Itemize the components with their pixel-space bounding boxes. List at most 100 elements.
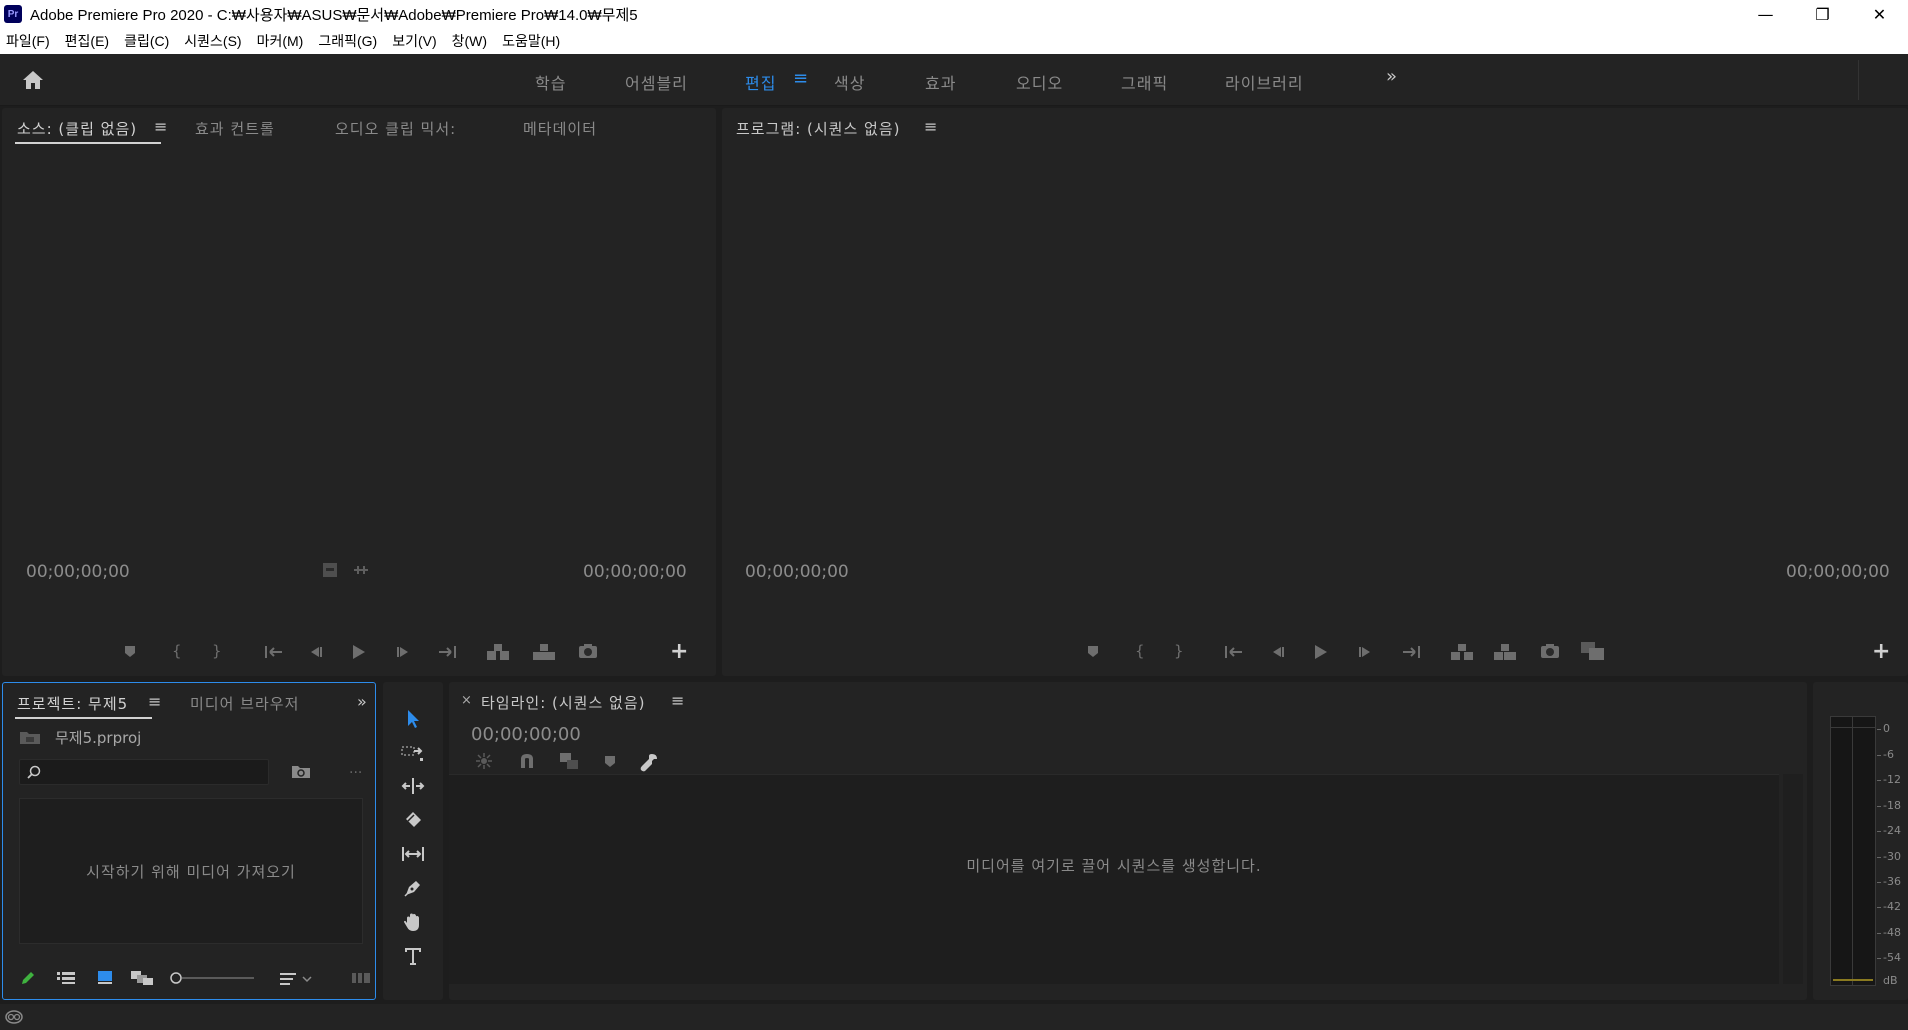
go-to-out-icon[interactable] [437, 645, 457, 659]
add-marker-icon[interactable] [1086, 644, 1100, 658]
meter-scale-18: -18 [1883, 799, 1901, 812]
type-tool-icon[interactable] [400, 943, 426, 969]
settings-icon[interactable] [352, 564, 370, 576]
timeline-close-icon[interactable]: × [461, 693, 472, 708]
tab-source[interactable]: 소스: (클립 없음) [14, 118, 162, 144]
icon-view-icon[interactable] [97, 970, 113, 984]
workspace-tab-editing[interactable]: 편집 [745, 70, 776, 94]
timeline-playhead-timecode[interactable]: 00;00;00;00 [471, 724, 581, 745]
home-icon[interactable] [20, 67, 46, 93]
timeline-settings-wrench-icon[interactable] [639, 752, 659, 772]
zoom-slider[interactable] [169, 971, 255, 985]
tab-project[interactable]: 프로젝트: 무제5 [14, 693, 153, 719]
add-marker-icon[interactable] [603, 754, 617, 768]
menu-edit[interactable]: 편집(E) [65, 31, 109, 51]
workspace-tab-color[interactable]: 색상 [834, 70, 865, 94]
export-frame-icon[interactable] [1540, 643, 1560, 659]
play-icon[interactable] [350, 644, 366, 660]
playback-resolution-icon[interactable] [322, 562, 338, 578]
program-panel-menu-icon[interactable]: ≡ [924, 117, 937, 136]
menu-sequence[interactable]: 시퀀스(S) [184, 31, 241, 51]
workspace-tab-learning[interactable]: 학습 [535, 70, 566, 94]
program-duration-timecode: 00;00;00;00 [1786, 562, 1890, 582]
insert-icon[interactable] [486, 643, 510, 661]
timeline-panel-menu-icon[interactable]: ≡ [671, 691, 684, 710]
go-to-in-icon[interactable] [1224, 645, 1244, 659]
menu-clip[interactable]: 클립(C) [124, 31, 169, 51]
list-view-icon[interactable] [56, 971, 76, 985]
menu-window[interactable]: 창(W) [452, 31, 487, 51]
workspace-more-icon[interactable]: » [1386, 66, 1397, 87]
comparison-view-icon[interactable] [1580, 641, 1606, 661]
source-panel-menu-icon[interactable]: ≡ [154, 117, 167, 136]
button-editor-add-icon[interactable]: + [670, 639, 688, 664]
play-icon[interactable] [1312, 644, 1328, 660]
restore-button[interactable]: ❐ [1794, 0, 1851, 28]
hand-tool-icon[interactable] [400, 909, 426, 935]
track-select-tool-icon[interactable] [400, 739, 426, 765]
minimize-button[interactable]: — [1737, 0, 1794, 28]
timeline-vertical-scrollbar[interactable] [1783, 774, 1803, 984]
tab-metadata[interactable]: 메타데이터 [523, 118, 597, 139]
write-lock-pencil-icon[interactable] [19, 969, 37, 987]
slip-tool-icon[interactable] [400, 841, 426, 867]
close-button[interactable]: ✕ [1851, 0, 1908, 28]
menu-file[interactable]: 파일(F) [6, 31, 50, 51]
program-playhead-timecode[interactable]: 00;00;00;00 [745, 562, 849, 582]
menu-view[interactable]: 보기(V) [392, 31, 436, 51]
more-options-icon[interactable]: ... [349, 761, 362, 777]
add-marker-icon[interactable] [123, 644, 137, 658]
tab-timeline[interactable]: 타임라인: (시퀀스 없음) [481, 692, 646, 713]
new-search-bin-icon[interactable] [291, 763, 311, 783]
workspace-tab-libraries[interactable]: 라이브러리 [1225, 70, 1304, 94]
overwrite-icon[interactable] [532, 643, 556, 661]
ripple-edit-tool-icon[interactable] [400, 773, 426, 799]
project-search-input[interactable] [46, 762, 266, 782]
sort-icons-icon[interactable] [279, 971, 313, 987]
creative-cloud-icon[interactable] [4, 1008, 24, 1030]
linked-selection-icon[interactable] [559, 752, 579, 770]
workspace-tab-audio[interactable]: 오디오 [1016, 70, 1063, 94]
workspace-tab-assembly[interactable]: 어셈블리 [625, 70, 688, 94]
tab-program[interactable]: 프로그램: (시퀀스 없음) [736, 118, 901, 139]
audio-meters-panel: 0 -6 -12 -18 -24 -30 -36 -42 -48 -54 dB [1813, 682, 1908, 1000]
mark-in-icon[interactable]: { [1135, 642, 1145, 660]
step-forward-icon[interactable] [1358, 645, 1374, 659]
go-to-out-icon[interactable] [1401, 645, 1421, 659]
project-panel-menu-icon[interactable]: ≡ [148, 692, 161, 711]
audio-meter-peak-indicator[interactable] [1830, 716, 1876, 728]
freeform-view-icon[interactable] [130, 970, 154, 986]
pen-tool-icon[interactable] [400, 875, 426, 901]
button-editor-add-icon[interactable]: + [1872, 639, 1890, 664]
mark-in-icon[interactable]: { [172, 642, 182, 660]
automate-to-sequence-icon[interactable] [351, 972, 371, 984]
step-forward-icon[interactable] [396, 645, 412, 659]
razor-tool-icon[interactable] [400, 807, 426, 833]
source-playhead-timecode[interactable]: 00;00;00;00 [26, 562, 130, 582]
workspace-tab-graphics[interactable]: 그래픽 [1121, 70, 1168, 94]
mark-out-icon[interactable]: } [1174, 642, 1184, 660]
lift-icon[interactable] [1450, 643, 1474, 661]
meter-tick [1877, 780, 1881, 781]
mark-out-icon[interactable]: } [212, 642, 222, 660]
workspace-tab-effects[interactable]: 효과 [925, 70, 956, 94]
go-to-in-icon[interactable] [264, 645, 284, 659]
nest-sequence-icon[interactable] [475, 752, 493, 770]
selection-tool-icon[interactable] [400, 706, 426, 732]
step-back-icon[interactable] [1269, 645, 1285, 659]
extract-icon[interactable] [1493, 643, 1517, 661]
menu-marker[interactable]: 마커(M) [257, 31, 304, 51]
project-panel-more-icon[interactable]: » [357, 692, 367, 711]
tab-effect-controls[interactable]: 효과 컨트롤 [195, 118, 275, 139]
meter-scale-6: -6 [1883, 748, 1894, 761]
workspace-menu-icon[interactable]: ≡ [793, 68, 808, 89]
menu-help[interactable]: 도움말(H) [502, 31, 560, 51]
menu-graphics[interactable]: 그래픽(G) [318, 31, 377, 51]
step-back-icon[interactable] [307, 645, 323, 659]
timeline-drop-area[interactable]: 미디어를 여기로 끌어 시퀀스를 생성합니다. [449, 774, 1779, 984]
tab-audio-clip-mixer[interactable]: 오디오 클립 믹서: [335, 118, 456, 139]
tab-media-browser[interactable]: 미디어 브라우저 [190, 693, 299, 714]
snap-magnet-icon[interactable] [519, 752, 535, 770]
import-media-drop-zone[interactable]: 시작하기 위해 미디어 가져오기 [19, 798, 363, 944]
export-frame-icon[interactable] [578, 643, 598, 659]
